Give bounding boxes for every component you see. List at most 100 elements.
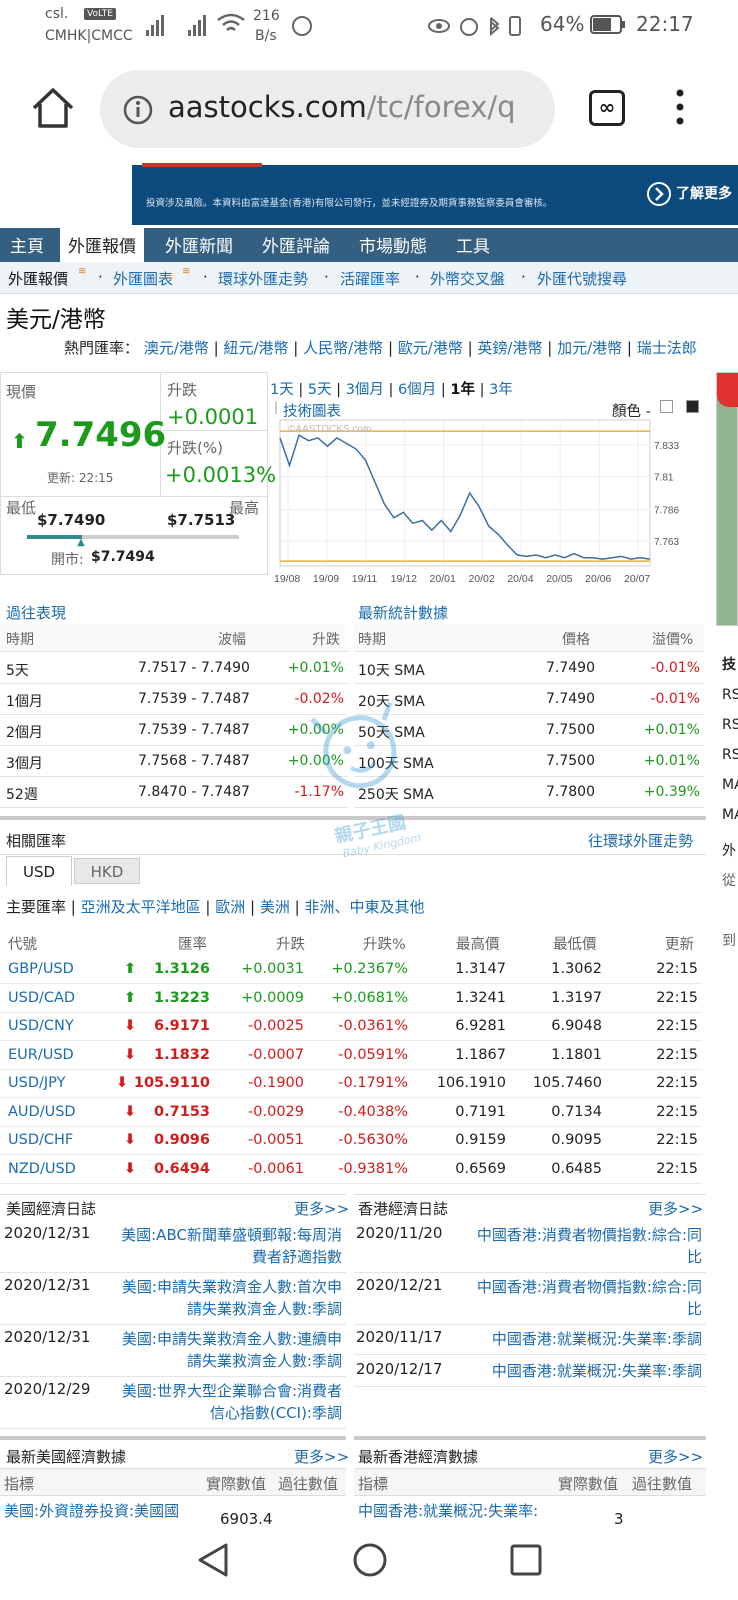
stats-title: 最新統計數據: [358, 604, 449, 622]
fx-high: 1.3241: [455, 989, 506, 1006]
fx-symbol[interactable]: USD/JPY: [8, 1075, 65, 1091]
calendar-event-cont[interactable]: 請失業救濟金人數:季調: [187, 1298, 342, 1319]
table-row[interactable]: USD/CHF ⬇ 0.9096 -0.0051 -0.5630% 0.9159 0.909…: [0, 1127, 702, 1155]
table-row[interactable]: EUR/USD ⬇ 1.1832 -0.0007 -0.0591% 1.1867 1.180…: [0, 1042, 702, 1070]
region-asia[interactable]: 亞洲及太平洋地區: [81, 898, 201, 916]
hot-link-aud[interactable]: 澳元/港幣: [144, 339, 209, 357]
home-icon[interactable]: [30, 86, 76, 130]
nav-forex-news[interactable]: 外匯新聞: [157, 228, 241, 262]
table-row[interactable]: GBP/USD ⬆ 1.3126 +0.0031 +0.2367% 1.3147 1.306…: [0, 956, 702, 984]
table-row[interactable]: AUD/USD ⬇ 0.7153 -0.0029 -0.4038% 0.7191 0.713…: [0, 1099, 702, 1127]
url-bar[interactable]: aastocks.com/tc/forex/q: [100, 70, 555, 148]
region-america[interactable]: 美洲: [260, 898, 290, 916]
subnav-cross-rates[interactable]: 外幣交叉盤: [430, 268, 505, 289]
tabs-button[interactable]: ∞: [589, 90, 625, 126]
side-item: RS: [722, 747, 738, 763]
subnav-forex-chart[interactable]: 外匯圖表: [113, 268, 173, 289]
period-1d[interactable]: 1天: [270, 382, 294, 398]
calendar-event-cont[interactable]: 比: [687, 1246, 702, 1267]
hot-link-chf[interactable]: 瑞士法郎: [637, 339, 697, 357]
tab-usd[interactable]: USD: [6, 856, 72, 886]
ad-banner[interactable]: 投資涉及風險。本資料由富達基金(香港)有限公司發行，並未經證券及期貨事務監察委員…: [132, 163, 738, 225]
us-data-row-name[interactable]: 美國:外資證券投資:美國國: [4, 1500, 179, 1521]
hk-cal-more[interactable]: 更多>>: [648, 1198, 703, 1219]
calendar-event[interactable]: 中國香港:消費者物價指數:綜合:同: [477, 1224, 702, 1245]
fx-change-pct: -0.5630%: [338, 1132, 408, 1148]
table-row[interactable]: USD/CNY ⬇ 6.9171 -0.0025 -0.0361% 6.9281 6.904…: [0, 1013, 702, 1041]
hot-link-nzd[interactable]: 紐元/港幣: [223, 339, 288, 357]
nav-market[interactable]: 市場動態: [351, 228, 435, 262]
region-europe[interactable]: 歐洲: [215, 898, 245, 916]
table-row[interactable]: USD/JPY ⬇ 105.9110 -0.1900 -0.1791% 106.1910 1…: [0, 1070, 702, 1098]
calendar-event-cont[interactable]: 請失業救濟金人數:季調: [187, 1350, 342, 1371]
period-5d[interactable]: 5天: [308, 382, 332, 398]
hk-data-row-name[interactable]: 中國香港:就業概況:失業率:: [358, 1500, 538, 1521]
hot-link-gbp[interactable]: 英鎊/港幣: [477, 339, 542, 357]
fx-symbol[interactable]: AUD/USD: [8, 1104, 76, 1120]
period-6m[interactable]: 6個月: [398, 382, 436, 398]
calendar-event[interactable]: 美國:ABC新聞華盛頓郵報:每周消: [121, 1224, 342, 1245]
divider: [0, 1436, 346, 1440]
tab-hkd[interactable]: HKD: [74, 858, 140, 884]
signal-icon: [146, 15, 206, 36]
calendar-event-cont[interactable]: 信心指數(CCI):季調: [210, 1402, 342, 1423]
nav-home[interactable]: 主頁: [2, 228, 52, 262]
us-data-title: 最新美國經濟數據: [6, 1448, 127, 1466]
fx-symbol[interactable]: NZD/USD: [8, 1161, 76, 1177]
calendar-event[interactable]: 中國香港:消費者物價指數:綜合:同: [477, 1276, 702, 1297]
table-row[interactable]: NZD/USD ⬇ 0.6494 -0.0061 -0.9381% 0.6569 0.648…: [0, 1156, 702, 1184]
calendar-event[interactable]: 中國香港:就業概況:失業率:季調: [492, 1328, 702, 1349]
url-text[interactable]: aastocks.com/tc/forex/q: [168, 90, 540, 124]
fx-symbol[interactable]: GBP/USD: [8, 961, 74, 977]
color-light-swatch[interactable]: [660, 400, 673, 413]
fx-low: 0.6485: [551, 1160, 602, 1177]
color-dark-swatch[interactable]: [686, 400, 699, 413]
fx-symbol[interactable]: USD/CHF: [8, 1132, 73, 1148]
info-icon[interactable]: [122, 94, 154, 126]
period-1y[interactable]: 1年: [450, 382, 475, 398]
calendar-event[interactable]: 美國:申請失業救濟金人數:首次申: [122, 1276, 342, 1297]
fx-change: -0.1900: [248, 1075, 304, 1091]
stats-header: 時期 價格 溢價%: [354, 624, 704, 652]
home-nav-icon[interactable]: [352, 1542, 388, 1578]
fx-symbol[interactable]: EUR/USD: [8, 1047, 74, 1063]
calendar-event-cont[interactable]: 費者舒適指數: [252, 1246, 342, 1267]
region-africa[interactable]: 非洲、中東及其他: [304, 898, 424, 916]
calendar-event-cont[interactable]: 比: [687, 1298, 702, 1319]
banner-cta[interactable]: 了解更多: [676, 183, 732, 203]
us-cal-more[interactable]: 更多>>: [294, 1198, 349, 1219]
subnav-active-rates[interactable]: 活躍匯率: [340, 268, 400, 289]
region-major[interactable]: 主要匯率: [6, 898, 66, 916]
down-arrow-icon: ⬇: [123, 1103, 136, 1120]
calendar-event[interactable]: 美國:世界大型企業聯合會:消費者: [122, 1380, 342, 1401]
more-menu-icon[interactable]: [674, 88, 686, 128]
back-icon[interactable]: [196, 1542, 230, 1578]
calendar-event[interactable]: 美國:申請失業救濟金人數:連續申: [122, 1328, 342, 1349]
hot-link-eur[interactable]: 歐元/港幣: [398, 339, 463, 357]
hk-data-more[interactable]: 更多>>: [648, 1446, 703, 1467]
past-range: 7.7539 - 7.7487: [138, 691, 250, 707]
hot-link-cad[interactable]: 加元/港幣: [557, 339, 622, 357]
subnav-global-forex[interactable]: 環球外匯走勢: [218, 268, 308, 289]
subnav-symbol-search[interactable]: 外匯代號搜尋: [537, 268, 627, 289]
nav-forex-commentary[interactable]: 外匯評論: [254, 228, 338, 262]
related-global-link[interactable]: 往環球外匯走勢: [588, 830, 693, 851]
fx-symbol[interactable]: USD/CNY: [8, 1018, 74, 1034]
fx-low: 1.1801: [551, 1046, 602, 1063]
rel-h-sym: 代號: [8, 937, 37, 953]
past-period: 52週: [6, 787, 38, 803]
period-3m[interactable]: 3個月: [346, 382, 384, 398]
calendar-event[interactable]: 中國香港:就業概況:失業率:季調: [492, 1360, 702, 1381]
nav-tools[interactable]: 工具: [448, 228, 498, 262]
low-value: $7.7490: [37, 511, 106, 529]
period-3y[interactable]: 3年: [489, 382, 513, 398]
banner-arrow-icon[interactable]: [646, 181, 672, 207]
fx-symbol[interactable]: USD/CAD: [8, 990, 75, 1006]
recents-icon[interactable]: [510, 1544, 542, 1576]
nav-forex-quote[interactable]: 外匯報價: [60, 228, 144, 262]
side-item: 從: [722, 873, 736, 889]
subnav-forex-quote[interactable]: 外匯報價: [8, 268, 68, 289]
table-row[interactable]: USD/CAD ⬆ 1.3223 +0.0009 +0.0681% 1.3241 1.319…: [0, 985, 702, 1013]
hot-link-cny[interactable]: 人民幣/港幣: [303, 339, 383, 357]
us-data-more[interactable]: 更多>>: [294, 1446, 349, 1467]
